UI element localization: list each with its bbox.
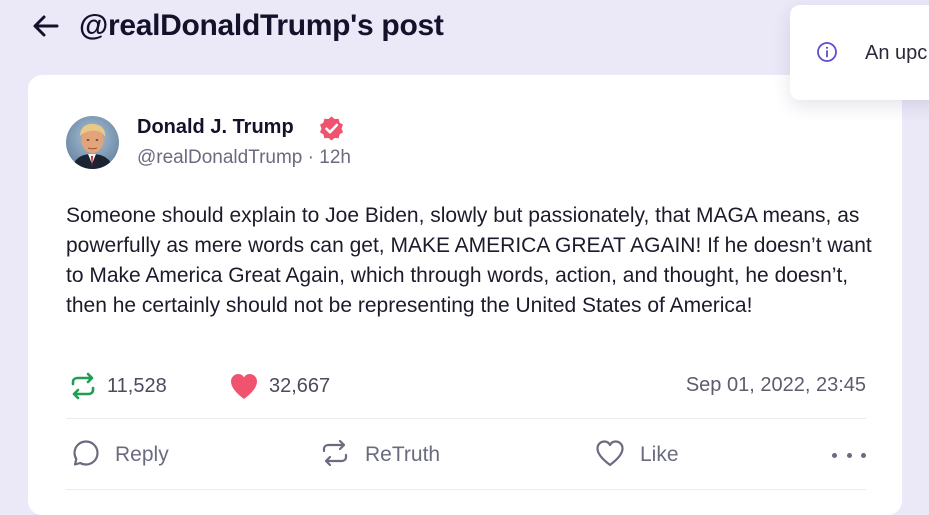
update-toast[interactable]: An upc <box>790 5 929 100</box>
back-arrow-icon[interactable] <box>30 10 62 42</box>
more-dot-icon <box>846 452 852 458</box>
retruth-button[interactable]: ReTruth <box>319 435 440 475</box>
likes-stat[interactable]: 32,667 <box>228 368 330 404</box>
like-label: Like <box>640 443 679 466</box>
retruths-stat[interactable]: 11,528 <box>68 368 167 404</box>
reply-icon <box>71 438 101 473</box>
post-card: Donald J. Trump @realDonaldTrump · 12h S… <box>28 75 902 515</box>
more-dot-icon <box>861 452 866 458</box>
post-text: Someone should explain to Joe Biden, slo… <box>66 204 872 317</box>
author-handle[interactable]: @realDonaldTrump <box>137 147 302 168</box>
retruth-outline-icon <box>319 438 351 473</box>
post-age: 12h <box>319 147 351 168</box>
author-handle-line: @realDonaldTrump · 12h <box>137 147 351 169</box>
verified-badge-icon <box>318 115 345 142</box>
divider <box>66 489 866 490</box>
author-display-name[interactable]: Donald J. Trump <box>137 116 294 139</box>
info-icon <box>816 41 838 63</box>
heart-icon <box>228 371 260 401</box>
post-timestamp: Sep 01, 2022, 23:45 <box>685 374 866 396</box>
page-title: @realDonaldTrump's post <box>79 9 444 42</box>
reply-label: Reply <box>115 443 169 466</box>
avatar[interactable] <box>66 116 119 169</box>
toast-message: An upc <box>865 42 928 64</box>
retruth-icon <box>68 371 98 401</box>
retruths-count: 11,528 <box>107 374 167 397</box>
more-options-button[interactable] <box>832 443 866 467</box>
likes-count: 32,667 <box>269 374 331 397</box>
more-dot-icon <box>832 452 837 458</box>
like-button[interactable]: Like <box>594 435 679 475</box>
separator-dot: · <box>302 147 320 168</box>
reply-button[interactable]: Reply <box>71 435 169 475</box>
heart-outline-icon <box>594 438 626 473</box>
post-stats: 11,528 32,667 Sep 01, 2022, 23:45 <box>66 368 866 404</box>
divider <box>66 418 866 419</box>
retruth-label: ReTruth <box>365 443 441 466</box>
post-actions: Reply ReTruth Like <box>66 435 866 475</box>
